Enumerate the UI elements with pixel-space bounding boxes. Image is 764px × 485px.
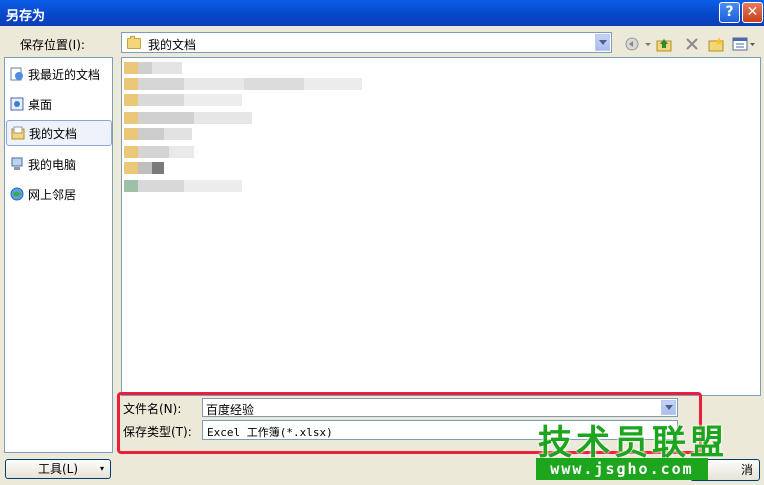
tools-button[interactable]: 工具(L) ▾ (5, 459, 111, 479)
save-location-label: 保存位置(I): (20, 38, 85, 52)
place-network-places[interactable]: 网上邻居 (6, 181, 112, 207)
list-item[interactable] (124, 62, 182, 74)
tools-button-label: 工具(L) (37, 462, 79, 476)
place-desktop[interactable]: 桌面 (6, 91, 112, 117)
folder-icon (127, 36, 141, 49)
desktop-icon (10, 97, 24, 111)
places-bar: 我最近的文档 桌面 我的文档 我的电脑 网上邻居 (4, 57, 113, 453)
new-folder-icon[interactable] (708, 36, 724, 52)
list-item[interactable] (124, 128, 192, 140)
back-dropdown-icon[interactable] (644, 36, 652, 52)
my-documents-icon (11, 126, 25, 140)
list-item[interactable] (124, 162, 164, 174)
back-icon[interactable] (624, 36, 640, 52)
network-places-icon (10, 187, 24, 201)
recent-documents-icon (10, 67, 24, 81)
place-label: 桌面 (28, 97, 53, 112)
place-my-documents[interactable]: 我的文档 (6, 120, 112, 146)
delete-icon[interactable] (684, 36, 700, 52)
watermark-logo: 技术员联盟 (538, 423, 728, 463)
my-computer-icon (10, 157, 24, 171)
list-item[interactable] (124, 146, 194, 158)
place-label: 我的电脑 (28, 157, 77, 172)
close-icon: ✕ (746, 4, 759, 20)
chevron-down-icon[interactable] (595, 34, 610, 51)
help-icon: ? (725, 4, 734, 20)
place-label: 我最近的文档 (28, 67, 101, 82)
views-menu-icon[interactable] (732, 36, 755, 52)
window-title: 另存为 (6, 9, 46, 24)
place-my-computer[interactable]: 我的电脑 (6, 151, 112, 177)
watermark-url: www.jsgho.com (536, 458, 708, 480)
list-item[interactable] (124, 112, 252, 124)
title-bar: 另存为 ? ✕ (0, 0, 764, 26)
place-label: 我的文档 (29, 126, 78, 141)
list-item[interactable] (124, 180, 242, 192)
cancel-button-label: 消 (740, 463, 753, 477)
close-button[interactable]: ✕ (742, 2, 763, 23)
up-folder-icon[interactable] (656, 36, 672, 52)
save-location-combobox[interactable]: 我的文档 (121, 32, 612, 53)
place-label: 网上邻居 (28, 187, 77, 202)
chevron-down-icon: ▾ (99, 464, 104, 473)
place-recent-documents[interactable]: 我最近的文档 (6, 61, 112, 87)
save-location-value: 我的文档 (148, 38, 197, 52)
list-item[interactable] (124, 78, 362, 90)
file-list[interactable] (121, 57, 761, 396)
help-button[interactable]: ? (719, 2, 740, 23)
list-item[interactable] (124, 94, 242, 106)
